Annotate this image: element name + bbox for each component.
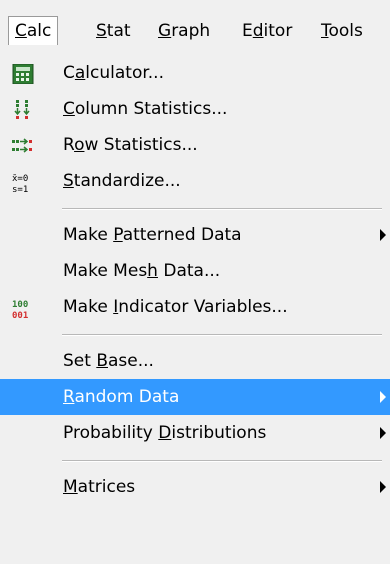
menu-separator <box>62 334 382 336</box>
menu-item-make-patterned-data[interactable]: Make Patterned Data <box>0 217 390 253</box>
menu-item-label: Row Statistics... <box>63 135 198 155</box>
menu-item-calculator[interactable]: Calculator... <box>0 55 390 91</box>
menu-item-label: Column Statistics... <box>63 99 228 119</box>
menu-tools[interactable]: Tools <box>315 17 369 45</box>
menu-item-make-mesh-data[interactable]: Make Mesh Data... <box>0 253 390 289</box>
calculator-icon <box>12 63 34 85</box>
menu-item-label: Set Base... <box>63 351 154 371</box>
menu-item-column-statistics[interactable]: Column Statistics... <box>0 91 390 127</box>
mnemonic-char: S <box>96 21 107 41</box>
mnemonic-char: h <box>147 261 158 281</box>
menu-item-probability-distributions[interactable]: Probability Distributions <box>0 415 390 451</box>
menu-item-label: Make Indicator Variables... <box>63 297 288 317</box>
menu-item-matrices[interactable]: Matrices <box>0 469 390 505</box>
column-statistics-icon <box>12 100 34 120</box>
indicator-variables-icon: 100 001 <box>12 298 34 321</box>
menu-item-standardize[interactable]: x̄=0 s=1 Standardize... <box>0 163 390 199</box>
menu-stat[interactable]: Stat <box>90 17 137 45</box>
menu-bar: Calc Stat Graph Editor Tools <box>0 0 390 50</box>
calc-dropdown-menu: Calculator... Column Statistics... Row Sta… <box>0 45 390 564</box>
menu-item-random-data[interactable]: Random Data <box>0 379 390 415</box>
mnemonic-char: T <box>321 21 329 41</box>
menu-item-label: Calculator... <box>63 63 164 83</box>
menu-calc[interactable]: Calc <box>8 16 59 45</box>
menu-item-label: Standardize... <box>63 171 181 191</box>
mnemonic-char: C <box>63 99 75 119</box>
menu-item-label: Matrices <box>63 477 136 497</box>
mnemonic-char: D <box>158 423 172 443</box>
menu-item-label: Probability Distributions <box>63 423 267 443</box>
standardize-icon: x̄=0 s=1 <box>12 172 34 195</box>
menu-separator <box>62 460 382 462</box>
mnemonic-char: S <box>63 171 74 191</box>
mnemonic-char: M <box>63 477 78 497</box>
mnemonic-char: R <box>63 387 75 407</box>
menu-item-label: Make Mesh Data... <box>63 261 221 281</box>
menu-item-row-statistics[interactable]: Row Statistics... <box>0 127 390 163</box>
menu-item-label: Random Data <box>63 387 180 407</box>
svg-text:100: 100 <box>12 300 28 310</box>
menu-item-set-base[interactable]: Set Base... <box>0 343 390 379</box>
mnemonic-char: C <box>15 21 27 41</box>
mnemonic-char: G <box>158 21 172 41</box>
svg-text:x̄=0: x̄=0 <box>12 174 28 184</box>
mnemonic-char: P <box>113 225 123 245</box>
submenu-arrow-icon <box>380 427 386 439</box>
menu-editor[interactable]: Editor <box>236 17 298 45</box>
menu-item-make-indicator-variables[interactable]: 100 001 Make Indicator Variables... <box>0 289 390 325</box>
menu-item-label: Make Patterned Data <box>63 225 242 245</box>
submenu-arrow-icon <box>380 391 386 403</box>
mnemonic-char: o <box>74 135 85 155</box>
mnemonic-char: d <box>252 21 264 41</box>
menu-separator <box>62 208 382 210</box>
submenu-arrow-icon <box>380 229 386 241</box>
row-statistics-icon <box>12 136 34 156</box>
submenu-arrow-icon <box>380 481 386 493</box>
mnemonic-char: a <box>74 63 86 83</box>
mnemonic-char: B <box>96 351 108 371</box>
mnemonic-char: I <box>113 297 119 317</box>
svg-text:001: 001 <box>12 311 28 320</box>
svg-text:s=1: s=1 <box>12 185 28 194</box>
menu-graph[interactable]: Graph <box>152 17 216 45</box>
